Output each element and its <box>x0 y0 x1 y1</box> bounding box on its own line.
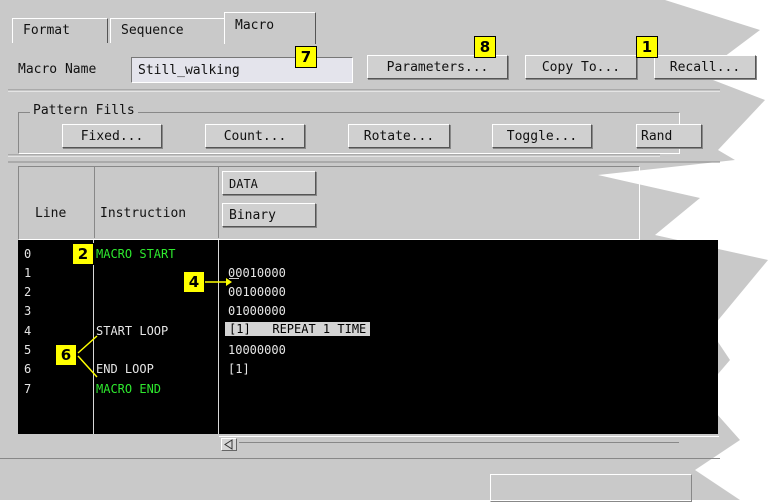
tab-format[interactable]: Format <box>12 18 108 43</box>
callout-badge: 2 <box>72 243 94 265</box>
tab-sequence[interactable]: Sequence <box>110 18 226 43</box>
line-number: 3 <box>24 304 32 318</box>
line-number: 5 <box>24 343 32 357</box>
horizontal-scrollbar[interactable] <box>219 436 719 451</box>
pattern-fills-legend: Pattern Fills <box>30 103 138 118</box>
line-number: 2 <box>24 285 32 299</box>
status-box <box>490 474 692 502</box>
data-value[interactable]: 01000000 <box>228 301 286 321</box>
callout-badge: 1 <box>636 36 658 58</box>
table-header <box>18 166 640 240</box>
data-value[interactable]: [1] <box>228 359 250 379</box>
header-divider <box>218 166 219 238</box>
callout-badge: 8 <box>474 36 496 58</box>
instruction-macro-end[interactable]: MACRO END <box>96 379 161 399</box>
data-label-button[interactable]: DATA <box>222 171 316 195</box>
header-divider <box>94 166 95 238</box>
line-number: 4 <box>24 324 32 338</box>
toggle-fill-button[interactable]: Toggle... <box>492 124 592 148</box>
data-value[interactable]: 00010000 <box>228 263 286 283</box>
cursor-mark <box>229 278 239 279</box>
tab-macro[interactable]: Macro <box>224 12 316 44</box>
repeat-loop-text[interactable]: [1] REPEAT 1 TIME <box>225 322 371 336</box>
rotate-fill-button[interactable]: Rotate... <box>348 124 450 148</box>
line-number: 1 <box>24 266 32 280</box>
callout-badge: 4 <box>183 271 205 293</box>
column-separator <box>93 240 94 434</box>
macro-listing: 0 1 2 3 4 5 6 7 MACRO START START LOOP E… <box>18 240 718 434</box>
copy-to-button[interactable]: Copy To... <box>525 55 637 79</box>
line-number: 7 <box>24 382 32 396</box>
callout-badge: 7 <box>295 46 317 68</box>
radix-button[interactable]: Binary <box>222 203 316 227</box>
instruction-end-loop[interactable]: END LOOP <box>96 359 154 379</box>
instruction-macro-start[interactable]: MACRO START <box>96 244 175 264</box>
status-divider <box>0 458 720 459</box>
parameters-button[interactable]: Parameters... <box>367 55 508 79</box>
line-number: 6 <box>24 362 32 376</box>
line-column-header: Line <box>35 206 67 221</box>
macro-name-label: Macro Name <box>18 62 97 77</box>
macro-name-field[interactable]: Still_walking <box>131 57 353 83</box>
random-fill-button[interactable]: Rand <box>636 124 702 148</box>
callout-badge: 6 <box>55 344 77 366</box>
line-number: 0 <box>24 247 32 261</box>
data-value[interactable]: 10000000 <box>228 340 286 360</box>
count-fill-button[interactable]: Count... <box>205 124 305 148</box>
column-separator <box>218 240 219 434</box>
repeat-loop-value[interactable]: [1] REPEAT 1 TIME <box>225 320 371 338</box>
scroll-track[interactable] <box>239 442 679 443</box>
macro-editor-window: Format Sequence Macro Macro Name Still_w… <box>0 0 768 502</box>
instruction-start-loop[interactable]: START LOOP <box>96 321 168 341</box>
instruction-column-header: Instruction <box>100 206 187 221</box>
fixed-fill-button[interactable]: Fixed... <box>62 124 162 148</box>
recall-button[interactable]: Recall... <box>654 55 756 79</box>
scroll-left-arrow-icon[interactable] <box>221 438 237 451</box>
data-value[interactable]: 00100000 <box>228 282 286 302</box>
